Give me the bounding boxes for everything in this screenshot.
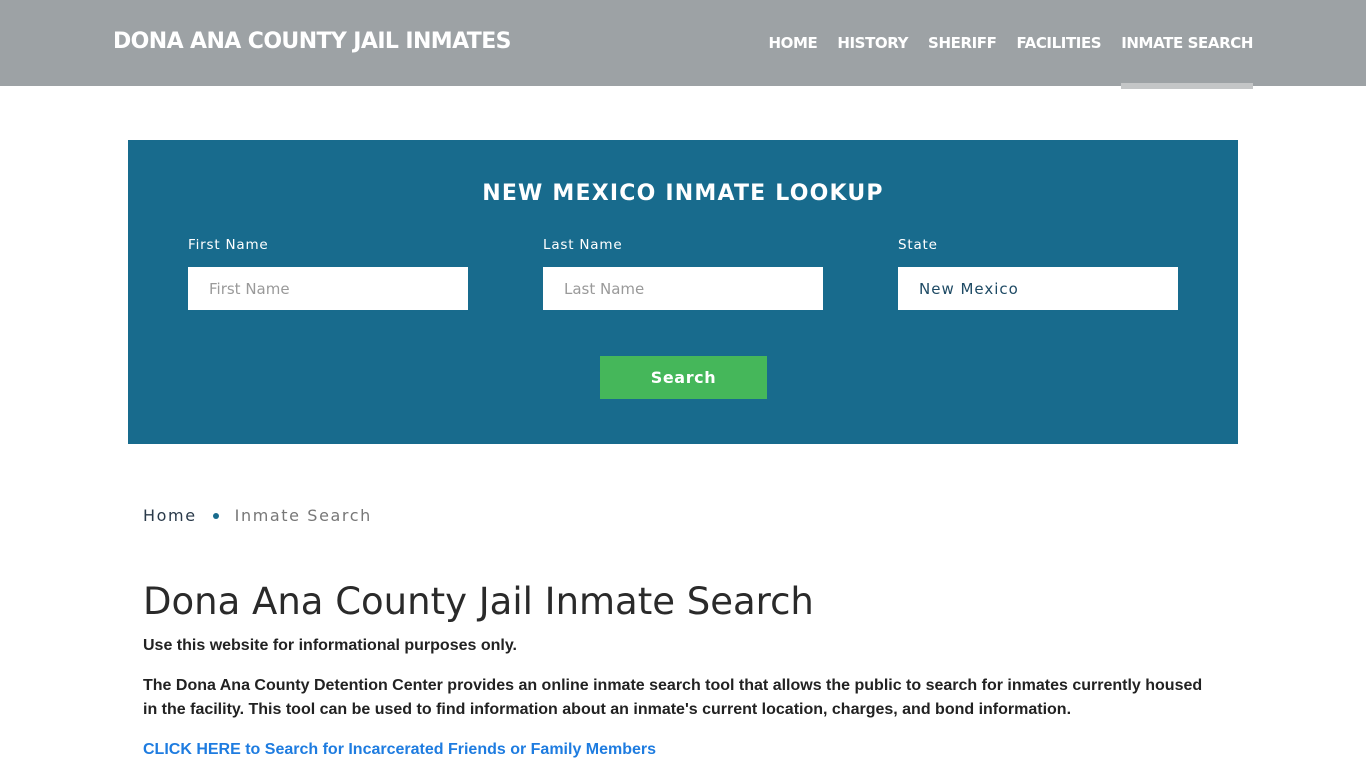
nav-facilities[interactable]: FACILITIES (1006, 0, 1111, 86)
nav-home[interactable]: HOME (758, 0, 827, 86)
nav-sheriff[interactable]: SHERIFF (918, 0, 1006, 86)
search-family-link[interactable]: CLICK HERE to Search for Incarcerated Fr… (143, 738, 656, 762)
first-name-input[interactable] (188, 267, 468, 310)
inmate-lookup-panel: NEW MEXICO INMATE LOOKUP First Name Last… (128, 140, 1238, 444)
first-name-field-group: First Name (188, 237, 468, 310)
lookup-title: NEW MEXICO INMATE LOOKUP (482, 181, 884, 206)
breadcrumb: Home Inmate Search (143, 506, 372, 525)
state-input[interactable] (898, 267, 1178, 310)
search-button[interactable]: Search (600, 356, 767, 399)
last-name-label: Last Name (543, 237, 623, 253)
site-header: DONA ANA COUNTY JAIL INMATES HOME HISTOR… (0, 0, 1366, 89)
state-field-group: State (898, 237, 1178, 310)
breadcrumb-current: Inmate Search (234, 506, 372, 525)
breadcrumb-home[interactable]: Home (143, 506, 197, 525)
description-text: The Dona Ana County Detention Center pro… (143, 677, 1203, 718)
last-name-input[interactable] (543, 267, 823, 310)
page-title: Dona Ana County Jail Inmate Search (143, 580, 814, 623)
breadcrumb-separator-icon (212, 512, 219, 519)
intro-text: Use this website for informational purpo… (143, 637, 517, 654)
state-label: State (898, 237, 938, 253)
last-name-field-group: Last Name (543, 237, 823, 310)
first-name-label: First Name (188, 237, 269, 253)
nav-inmate-search[interactable]: INMATE SEARCH (1111, 0, 1253, 89)
site-logo[interactable]: DONA ANA COUNTY JAIL INMATES (113, 29, 511, 54)
nav-history[interactable]: HISTORY (827, 0, 918, 86)
main-nav: HOME HISTORY SHERIFF FACILITIES INMATE S… (758, 0, 1253, 89)
